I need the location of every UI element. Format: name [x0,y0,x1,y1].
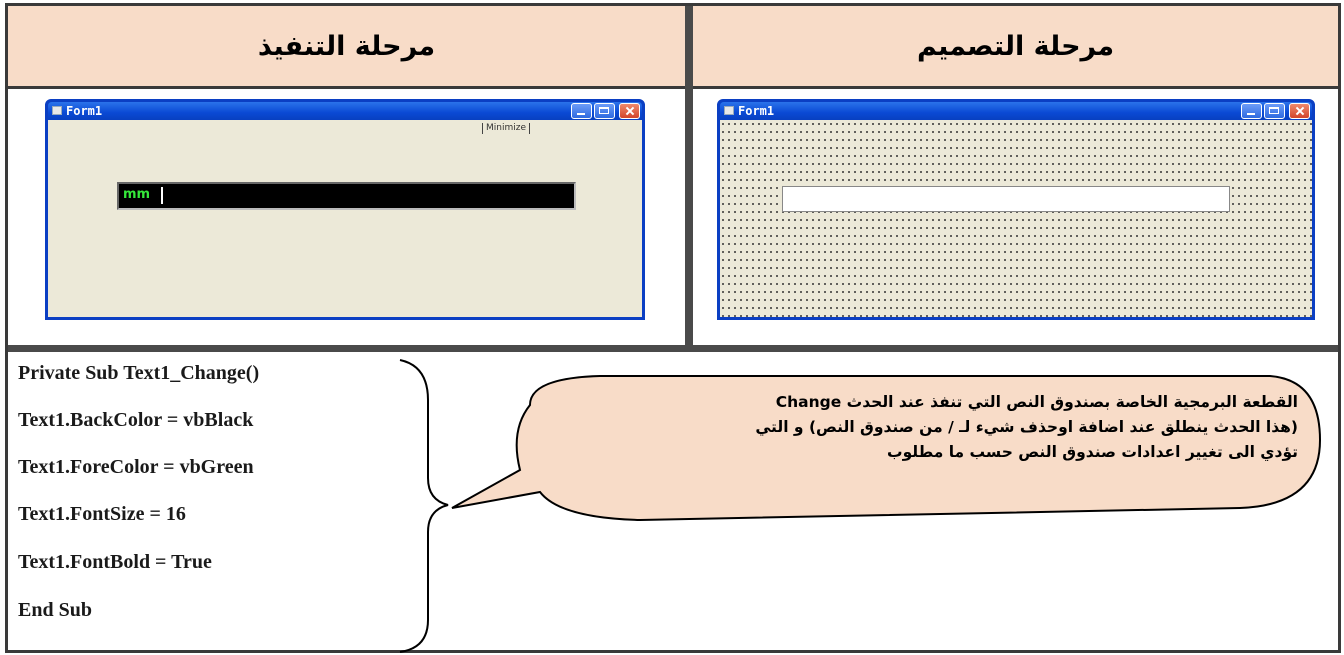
callout-graphics [399,359,1322,653]
callout-line-3: تؤدي الى تغيير اعدادات صندوق النص حسب ما… [887,443,1298,461]
callout-line-1: القطعة البرمجية الخاصة بصندوق النص التي … [775,393,1298,411]
curly-brace [399,359,449,653]
callout-line-2: (هذا الحدث ينطلق عند اضافة اوحذف شيء لـ … [755,418,1298,436]
callout-text: القطعة البرمجية الخاصة بصندوق النص التي … [538,390,1298,465]
